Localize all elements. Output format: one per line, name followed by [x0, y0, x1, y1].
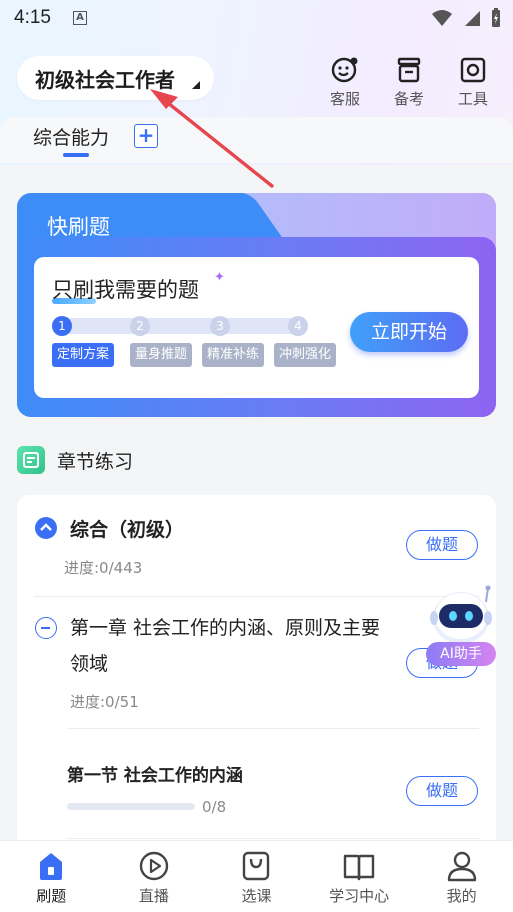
step-dot-2: 2 — [130, 316, 150, 336]
nav-study-center[interactable]: 学习中心 — [308, 841, 411, 912]
step-dot-3: 3 — [210, 316, 230, 336]
step-label-1: 定制方案 — [52, 343, 115, 367]
chapter-title: 第一章 社会工作的内涵、原则及主要领域 — [70, 617, 381, 675]
section-progress: 0/8 — [202, 798, 227, 816]
status-bar: 4:15 A — [0, 0, 513, 36]
steps-track — [54, 318, 304, 334]
tab-underline — [63, 153, 89, 157]
step-dot-1: 1 — [52, 316, 72, 336]
quick-practice-subtitle: 只刷我需要的题 — [52, 278, 199, 302]
chapter-practice-title: 章节练习 — [57, 450, 134, 473]
subject-tabs: 综合能力 + — [0, 117, 513, 163]
wifi-icon — [432, 10, 452, 26]
nav-live[interactable]: 直播 — [103, 841, 206, 912]
nav-label: 选课 — [241, 887, 272, 905]
collapse-icon[interactable] — [35, 617, 57, 639]
caret-down-icon — [192, 81, 200, 89]
ai-assistant-label: AI助手 — [426, 642, 496, 666]
notebook-icon — [17, 446, 45, 474]
status-time: 4:15 — [14, 7, 51, 28]
exam-title: 初级社会工作者 — [35, 67, 175, 92]
collapse-icon[interactable] — [35, 517, 57, 539]
notification-icon: A — [72, 11, 87, 25]
archive-box-icon — [397, 57, 421, 83]
toolbox-icon — [460, 57, 486, 83]
nav-courses[interactable]: 选课 — [205, 841, 308, 912]
nav-practice[interactable]: 刷题 — [0, 841, 103, 912]
practice-button[interactable]: 做题 — [406, 530, 478, 560]
step-label-2: 量身推题 — [130, 343, 193, 367]
add-subject-button[interactable]: + — [134, 124, 158, 148]
ai-assistant-button[interactable]: AI助手 — [426, 584, 496, 668]
chapter-list: 综合（初级） 进度:0/443 做题 第一章 社会工作的内涵、原则及主要领域 进… — [17, 495, 496, 855]
home-icon — [40, 853, 63, 880]
bottom-navigation: 刷题 直播 选课 学习中心 我的 — [0, 840, 513, 912]
book-icon — [343, 854, 375, 881]
step-dot-4: 4 — [288, 316, 308, 336]
nav-label: 刷题 — [36, 887, 67, 905]
prepare-button[interactable]: 备考 — [381, 55, 437, 109]
nav-profile[interactable]: 我的 — [410, 841, 513, 912]
step-label-3: 精准补练 — [202, 343, 265, 367]
step-label-4: 冲刺强化 — [274, 343, 337, 367]
chapter-progress: 进度:0/51 — [70, 693, 139, 711]
start-now-button[interactable]: 立即开始 — [350, 312, 468, 352]
customer-service-icon — [331, 57, 358, 83]
customer-service-button[interactable]: 客服 — [317, 55, 373, 109]
nav-label: 我的 — [446, 887, 477, 905]
section-progress-bar — [67, 803, 195, 810]
play-circle-icon — [139, 851, 169, 881]
tools-button[interactable]: 工具 — [445, 55, 501, 109]
tools-label: 工具 — [457, 90, 488, 108]
chapter-practice-header: 章节练习 — [17, 446, 133, 474]
signal-icon — [465, 11, 480, 26]
chapter-progress: 进度:0/443 — [64, 559, 143, 577]
section-title: 第一节 社会工作的内涵 — [67, 766, 243, 786]
exam-selector[interactable]: 初级社会工作者 — [17, 56, 214, 100]
tab-comprehensive[interactable]: 综合能力 — [33, 123, 109, 150]
quick-practice-card: 快刷题 只刷我需要的题 ✦ 1 2 3 4 定制方案 量身推题 精准补练 冲刺强… — [17, 193, 496, 417]
header-actions: 客服 备考 工具 — [317, 55, 501, 109]
user-icon — [447, 851, 476, 882]
nav-label: 直播 — [138, 887, 169, 905]
sparkle-icon: ✦ — [214, 270, 225, 285]
battery-icon — [492, 8, 500, 27]
shopping-bag-icon — [243, 851, 270, 881]
practice-button[interactable]: 做题 — [406, 776, 478, 806]
chapter-title: 综合（初级） — [70, 519, 185, 541]
quick-practice-title: 快刷题 — [47, 215, 110, 239]
nav-label: 学习中心 — [329, 887, 390, 905]
customer-service-label: 客服 — [329, 90, 360, 108]
quick-practice-panel: 只刷我需要的题 ✦ 1 2 3 4 定制方案 量身推题 精准补练 冲刺强化 立即… — [34, 257, 479, 398]
robot-icon — [430, 585, 492, 644]
prepare-label: 备考 — [393, 90, 424, 108]
